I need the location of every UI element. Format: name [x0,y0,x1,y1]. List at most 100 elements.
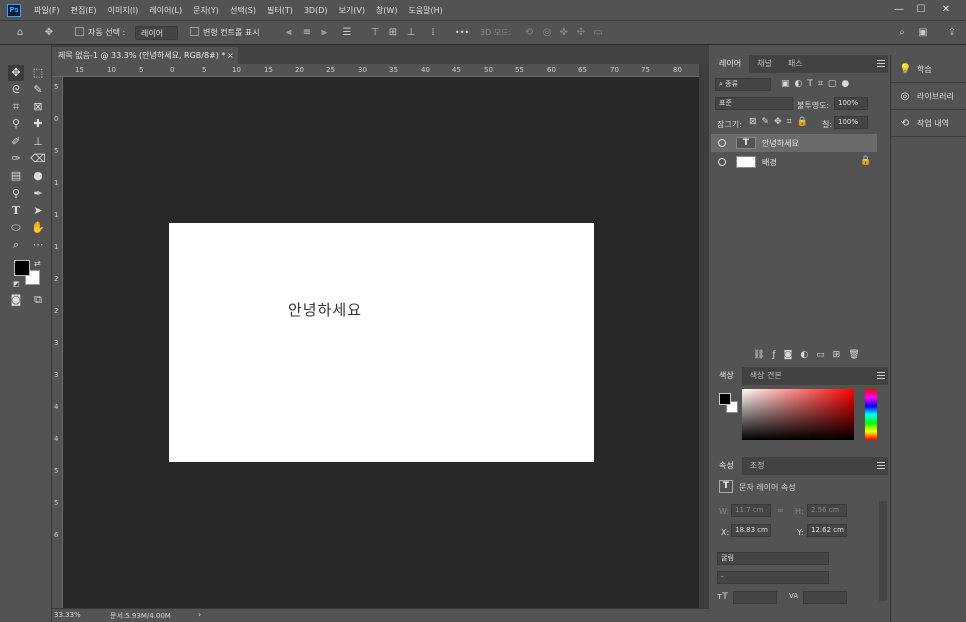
libraries-panel-button[interactable]: ◎ 라이브러리 [891,84,966,110]
menu-edit[interactable]: 편집(E) [71,5,97,16]
marquee-tool-icon[interactable]: ⬚ [30,65,46,81]
menu-file[interactable]: 파일(F) [34,5,60,16]
tab-color[interactable]: 색상 [711,367,742,385]
panel-menu-icon[interactable] [877,60,885,67]
visibility-eye-icon[interactable] [718,158,726,166]
font-size-input[interactable] [733,591,777,604]
minimize-button[interactable]: — [887,0,911,21]
eyedropper-tool-icon[interactable]: ⚲ [8,116,24,132]
history-brush-tool-icon[interactable]: ✑ [8,151,24,167]
blur-tool-icon[interactable]: ● [30,168,46,184]
more-options-button[interactable]: ••• [455,26,469,40]
menu-3d[interactable]: 3D(D) [304,6,328,15]
screen-mode-icon[interactable]: ⧉ [30,292,46,308]
hand-tool-icon[interactable]: ✋ [30,220,46,236]
layer-name[interactable]: 배경 [762,157,777,168]
tab-paths[interactable]: 패스 [780,55,811,73]
align-left-icon[interactable]: ⫷ [282,26,296,40]
fill-input[interactable]: 100% [834,116,868,129]
photoshop-logo-icon[interactable]: Ps [7,4,21,17]
dodge-tool-icon[interactable]: ⚲ [8,186,24,202]
panel-menu-icon[interactable] [877,462,885,469]
menu-image[interactable]: 이미지(I) [108,5,139,16]
more-tools-icon[interactable]: ⋯ [30,237,46,253]
align-top-icon[interactable]: ⊤ [368,26,382,40]
close-window-button[interactable]: ✕ [934,0,958,21]
pen-tool-icon[interactable]: ✒ [30,186,46,202]
menu-view[interactable]: 보기(V) [339,5,365,16]
quick-mask-icon[interactable]: ◙ [8,292,24,308]
history-panel-button[interactable]: ⟲ 작업 내역 [891,111,966,137]
layer-name[interactable]: 안녕하세요 [762,138,799,149]
font-family-dropdown[interactable]: 굴림 [717,552,829,565]
foreground-color-swatch[interactable] [14,260,30,276]
path-selection-tool-icon[interactable]: ➤ [30,203,46,219]
clone-stamp-tool-icon[interactable]: ⊥ [30,134,46,150]
menu-type[interactable]: 문자(Y) [193,5,219,16]
visibility-eye-icon[interactable] [718,139,726,147]
properties-scrollbar[interactable] [879,501,887,601]
x-input[interactable]: 18.83 cm [731,524,771,537]
menu-select[interactable]: 선택(S) [230,5,256,16]
transform-controls-checkbox[interactable] [190,27,199,36]
color-field[interactable] [742,389,854,440]
swap-colors-icon[interactable]: ⇄ [34,259,41,268]
canvas-text-layer[interactable]: 안녕하세요 [288,299,362,320]
document-canvas[interactable] [169,223,594,462]
default-colors-icon[interactable]: ◩ [13,280,20,288]
zoom-level[interactable]: 33.33% [54,611,81,619]
menu-window[interactable]: 창(W) [376,5,398,16]
distribute-icon[interactable]: ☰ [340,26,354,40]
menu-help[interactable]: 도움말(H) [408,5,442,16]
document-tab[interactable]: 제목 없음-1 @ 33.3% (안녕하세요, RGB/8#) * × [52,47,238,64]
color-fg-swatch[interactable] [719,393,731,405]
align-center-icon[interactable]: ≡ [300,26,314,40]
tab-channels[interactable]: 채널 [749,55,780,73]
align-middle-icon[interactable]: ⊞ [386,26,400,40]
quick-select-tool-icon[interactable]: ✎ [30,82,46,98]
lasso-tool-icon[interactable]: ᘓ [8,82,24,98]
vertical-scrollbar[interactable] [699,64,709,608]
learn-panel-button[interactable]: 💡 학습 [891,57,966,83]
tab-properties[interactable]: 속성 [711,457,742,475]
distribute-vertical-icon[interactable]: ⁞ [426,26,440,40]
hue-slider[interactable] [865,389,877,440]
type-tool-icon[interactable]: T [8,203,24,219]
menu-layer[interactable]: 레이어(L) [149,5,182,16]
workspace-icon[interactable]: ▣ [916,26,930,40]
layer-actions-bar[interactable]: ⛓ƒ◙◐▭⊞🗑 [753,350,868,360]
status-arrow-icon[interactable]: › [198,610,201,619]
move-tool-icon[interactable]: ✥ [8,65,24,81]
move-tool-preset-icon[interactable]: ✥ [42,26,56,40]
zoom-tool-icon[interactable]: ⌕ [8,237,24,253]
layer-filter-dropdown[interactable]: ⌕ 종류 [715,78,771,91]
crop-tool-icon[interactable]: ⌗ [8,99,24,115]
gradient-tool-icon[interactable]: ▤ [8,168,24,184]
frame-tool-icon[interactable]: ⊠ [30,99,46,115]
align-bottom-icon[interactable]: ⊥ [404,26,418,40]
menu-filter[interactable]: 필터(T) [267,5,293,16]
eraser-tool-icon[interactable]: ⌫ [30,151,46,167]
auto-select-dropdown[interactable]: 레이어 [135,26,179,40]
y-input[interactable]: 12.62 cm [807,524,847,537]
layer-row-background[interactable]: 배경 🔒 [711,153,877,171]
home-icon[interactable]: ⌂ [13,26,27,40]
close-tab-icon[interactable]: × [227,47,234,64]
tab-swatches[interactable]: 색상 견본 [742,367,790,385]
auto-select-checkbox[interactable] [75,27,84,36]
align-right-icon[interactable]: ⫸ [317,26,331,40]
panel-menu-icon[interactable] [877,372,885,379]
tab-layers[interactable]: 레이어 [711,55,750,73]
tracking-input[interactable] [803,591,847,604]
opacity-input[interactable]: 100% [834,97,868,110]
lock-icons[interactable]: ⊠✎✥⌗🔒 [749,117,813,127]
maximize-button[interactable]: ☐ [909,0,933,21]
search-icon[interactable]: ⌕ [895,26,909,40]
layer-row-text[interactable]: T 안녕하세요 [711,134,877,152]
tab-adjustments[interactable]: 조정 [742,457,773,475]
blend-mode-dropdown[interactable]: 표준 [715,97,793,110]
brush-tool-icon[interactable]: ✐ [8,134,24,150]
healing-brush-tool-icon[interactable]: ✚ [30,116,46,132]
ellipse-tool-icon[interactable]: ⬭ [8,220,24,236]
font-style-dropdown[interactable]: - [717,571,829,584]
